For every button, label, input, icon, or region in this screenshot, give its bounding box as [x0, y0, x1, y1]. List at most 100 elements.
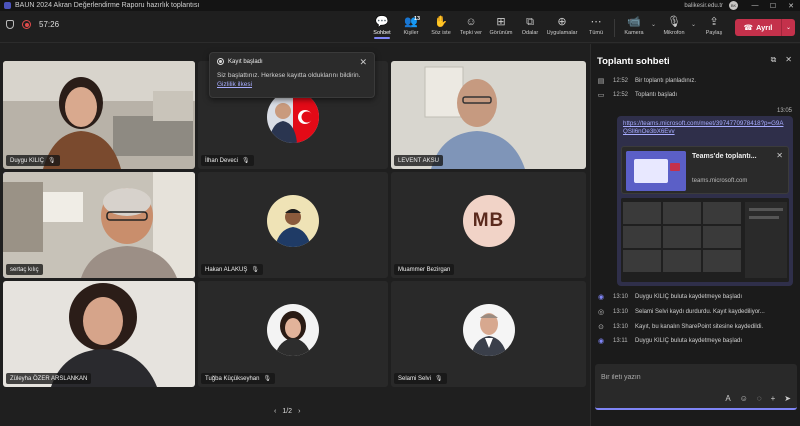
- emoji-icon[interactable]: ☺: [740, 394, 748, 403]
- hand-icon: ✋: [434, 16, 448, 28]
- rooms-button[interactable]: ⧉ Odalar: [514, 14, 546, 36]
- chat-icon: 💬: [375, 16, 389, 28]
- send-icon[interactable]: ➤: [784, 394, 791, 403]
- link-preview-card[interactable]: Teams'de toplantı... teams.microsoft.com…: [621, 146, 789, 194]
- participant-avatar: [267, 303, 319, 356]
- loop-icon[interactable]: ◌: [757, 394, 762, 403]
- teams-logo-icon: [4, 2, 11, 9]
- title-bar-right: balikesir.edu.tr BK — ☐ ✕: [684, 0, 800, 11]
- more-button[interactable]: ⋯ Tümü: [580, 14, 612, 36]
- toast-title: Kayıt başladı: [228, 58, 263, 65]
- system-message: ◉ 13:11 Duygu KILIÇ buluta kaydetmeye ba…: [595, 337, 742, 345]
- people-count: 13: [414, 16, 421, 22]
- close-icon[interactable]: ✕: [776, 151, 783, 160]
- shared-screenshot[interactable]: [621, 198, 789, 282]
- system-message: ⊙ 13:10 Kayıt, bu kanalın SharePoint sit…: [595, 323, 763, 331]
- participant-name: Züleyha ÖZER ARSLANKAN: [10, 375, 88, 382]
- participant-nameplate: Duygu KILIÇ 🎙: [6, 155, 60, 166]
- recording-started-toast: Kayıt başladı ✕ Siz başlattınız. Herkese…: [209, 52, 375, 98]
- participant-tile-active-speaker[interactable]: sertaç kılıç: [3, 172, 195, 278]
- gallery-pager: ‹ 1/2 ›: [274, 408, 300, 415]
- close-icon[interactable]: ✕: [359, 57, 367, 68]
- camera-options-chevron-down-icon[interactable]: ⌄: [651, 21, 656, 28]
- message-composer: A ☺ ◌ + ➤: [595, 364, 797, 410]
- people-icon: 👥: [404, 16, 418, 28]
- link-preview-thumbnail: [626, 151, 686, 191]
- raise-hand-button[interactable]: ✋ Söz iste: [425, 14, 457, 36]
- share-button[interactable]: ⇪ Paylaş: [698, 14, 730, 36]
- mic-options-chevron-down-icon[interactable]: ⌄: [691, 21, 696, 28]
- chat-button[interactable]: 💬 Sohbet: [366, 14, 398, 39]
- participant-name: Muammer Bezirgan: [398, 266, 451, 273]
- toast-body: Siz başlattınız. Herkese kayıtta oldukla…: [217, 72, 361, 88]
- user-avatar[interactable]: BK: [729, 1, 738, 10]
- message-input[interactable]: [601, 370, 787, 384]
- leave-button[interactable]: ☎ Ayrıl ⌄: [735, 19, 795, 36]
- react-button[interactable]: ☺ Tepki ver: [455, 14, 487, 36]
- recording-icon: ◎: [597, 309, 605, 316]
- people-button[interactable]: 👥 13 Kişiler: [395, 14, 427, 36]
- meeting-chat-panel: Toplantı sohbeti ⧉ ✕ ▤ 12:52 Bir toplant…: [590, 44, 800, 426]
- grid-view-icon: ⊞: [496, 16, 506, 28]
- view-button[interactable]: ⊞ Görünüm: [485, 14, 517, 36]
- apps-button[interactable]: ⊕ Uygulamalar: [546, 14, 578, 36]
- format-icon[interactable]: A: [725, 394, 730, 403]
- camera-icon: 📹: [627, 16, 641, 28]
- participant-initials-avatar: MB: [462, 194, 515, 247]
- participant-nameplate: Selami Selvi 🎙: [394, 373, 447, 384]
- mic-muted-icon: 🎙: [263, 376, 272, 382]
- microphone-button[interactable]: 🎙 Mikrofon: [658, 14, 690, 36]
- system-message: ▭ 12:52 Toplantı başladı: [595, 91, 677, 99]
- participant-tile[interactable]: Hakan ALAKUŞ 🎙: [198, 172, 388, 278]
- participant-nameplate: LEVENT AKSU: [394, 155, 443, 166]
- next-page-button[interactable]: ›: [298, 408, 300, 415]
- page-indicator: 1/2: [282, 408, 293, 415]
- participant-avatar: [462, 303, 515, 356]
- saved-icon: ⊙: [598, 324, 604, 331]
- rooms-icon: ⧉: [526, 16, 534, 28]
- maximize-button[interactable]: ☐: [764, 2, 782, 10]
- participant-tile[interactable]: Selami Selvi 🎙: [391, 281, 586, 387]
- leave-main[interactable]: ☎ Ayrıl: [735, 23, 781, 32]
- close-icon[interactable]: ✕: [785, 55, 792, 65]
- window-title: BAUN 2024 Akran Değerlendirme Raporu haz…: [15, 2, 200, 9]
- participant-avatar: [267, 91, 319, 144]
- mic-muted-icon: 🎙: [435, 376, 443, 382]
- chat-header-actions: ⧉ ✕: [771, 55, 792, 65]
- prev-page-button[interactable]: ‹: [274, 408, 276, 415]
- leave-options-chevron-down-icon[interactable]: ⌄: [781, 19, 795, 36]
- privacy-policy-link[interactable]: Gizlilik ilkesi: [217, 81, 252, 88]
- participant-tile[interactable]: Duygu KILIÇ 🎙: [3, 61, 195, 169]
- video-feed: [3, 281, 195, 387]
- participant-name: Tuğba Küçükseyhan: [205, 375, 260, 382]
- mic-muted-icon: 🎙: [667, 16, 681, 28]
- plus-icon: ⊕: [557, 16, 567, 28]
- minimize-button[interactable]: —: [746, 2, 764, 9]
- shield-icon[interactable]: [6, 20, 14, 29]
- toast-header: Kayıt başladı: [217, 58, 367, 65]
- system-message: ▤ 12:52 Bir toplantı planladınız.: [595, 77, 696, 85]
- pop-out-icon[interactable]: ⧉: [771, 55, 777, 65]
- participant-tile[interactable]: LEVENT AKSU: [391, 61, 586, 169]
- share-icon: ⇪: [709, 16, 719, 28]
- toolbar-divider: [614, 19, 615, 37]
- mic-muted-icon: 🎙: [251, 267, 259, 273]
- more-dots-icon: ⋯: [590, 16, 602, 28]
- participant-nameplate: sertaç kılıç: [6, 264, 43, 275]
- message-timestamp: 13:05: [776, 108, 792, 114]
- recording-icon[interactable]: [22, 20, 31, 29]
- meeting-link[interactable]: https://teams.microsoft.com/meet/3974770…: [621, 120, 789, 136]
- smile-icon: ☺: [465, 16, 477, 28]
- record-icon: [217, 58, 224, 65]
- close-window-button[interactable]: ✕: [782, 2, 800, 10]
- participant-tile[interactable]: Tuğba Küçükseyhan 🎙: [198, 281, 388, 387]
- participant-tile[interactable]: MB Muammer Bezirgan: [391, 172, 586, 278]
- plus-icon[interactable]: +: [771, 394, 776, 403]
- participant-nameplate: İlhan Deveci 🎙: [201, 155, 254, 166]
- video-feed: [3, 61, 195, 169]
- video-stage: Duygu KILIÇ 🎙 İlhan Deveci 🎙 LEVENT AKSU…: [0, 44, 590, 426]
- participant-tile[interactable]: Züleyha ÖZER ARSLANKAN: [3, 281, 195, 387]
- camera-button[interactable]: 📹 Kamera: [618, 14, 650, 36]
- participant-name: Selami Selvi: [398, 375, 432, 382]
- participant-name: İlhan Deveci: [205, 157, 239, 164]
